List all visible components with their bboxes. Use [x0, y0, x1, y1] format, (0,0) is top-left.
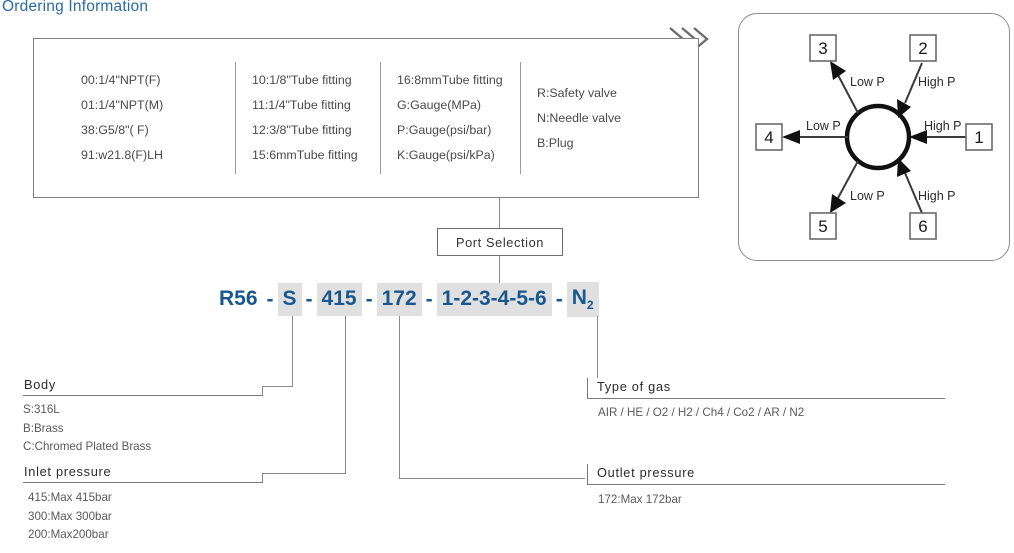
part-separator: - — [425, 287, 433, 311]
part-gas-subscript: 2 — [586, 298, 594, 313]
body-item: S:316L — [23, 403, 60, 416]
port-1-number: 1 — [974, 128, 983, 147]
options-column-threaded: 00:1/4"NPT(F) 01:1/4"NPT(M) 38:G5/8"( F)… — [65, 62, 235, 174]
part-segment-series: R56 — [219, 287, 258, 310]
inlet-leader-horizontal — [262, 473, 346, 474]
port-5-pressure-label: Low P — [850, 189, 885, 203]
option-row: 00:1/4"NPT(F) — [81, 73, 161, 87]
port-4-arrowhead-icon — [782, 130, 800, 144]
part-separator: - — [305, 287, 313, 311]
port-6-number: 6 — [918, 217, 927, 236]
port-3-number: 3 — [818, 39, 827, 58]
outlet-pressure-underline — [587, 484, 945, 485]
outlet-pressure-item: 172:Max 172bar — [598, 493, 682, 506]
ordering-options-grid: 00:1/4"NPT(F) 01:1/4"NPT(M) 38:G5/8"( F)… — [33, 38, 699, 198]
port-6-arrowhead-icon — [897, 158, 911, 177]
type-of-gas-items: AIR / HE / O2 / H2 / Ch4 / Co2 / AR / N2 — [598, 404, 804, 423]
port-5-number: 5 — [818, 217, 827, 236]
option-row: 12:3/8"Tube fitting — [252, 123, 352, 137]
inlet-pressure-heading: Inlet pressure — [24, 464, 112, 479]
outlet-leader-vertical — [399, 316, 400, 478]
part-segment-body: S — [277, 283, 302, 316]
port-1-pressure-label: High P — [924, 119, 962, 133]
body-item: B:Brass — [23, 421, 64, 435]
port-selection-connector-up — [499, 198, 500, 228]
inlet-pressure-items: 415:Max 415bar 300:Max 300bar 200:Max200… — [28, 489, 112, 545]
body-leader-vertical — [292, 316, 293, 386]
inlet-pressure-item: 200:Max200bar — [28, 528, 109, 541]
port-selection-connector-down — [499, 256, 500, 284]
options-column-tube: 10:1/8"Tube fitting 11:1/4"Tube fitting … — [235, 62, 380, 174]
option-row: K:Gauge(psi/kPa) — [397, 148, 495, 162]
option-row: 38:G5/8"( F) — [81, 123, 149, 137]
gas-left-tick — [587, 378, 588, 399]
part-segment-gas: N2 — [566, 281, 599, 318]
port-2-number: 2 — [918, 39, 927, 58]
options-column-gauge: 16:8mmTube fitting G:Gauge(MPa) P:Gauge(… — [380, 62, 520, 174]
port-selection-box: Port Selection — [437, 228, 563, 256]
option-row: 91:w21.8(F)LH — [81, 148, 163, 162]
inlet-pressure-underline — [23, 482, 263, 483]
body-leader-horizontal — [262, 386, 293, 387]
part-number-code: R56 - S - 415 - 172 - 1-2-3-4-5-6 - N2 — [214, 281, 599, 318]
type-of-gas-heading: Type of gas — [597, 379, 671, 394]
option-row: 16:8mmTube fitting — [397, 73, 503, 87]
outlet-leader-horizontal — [399, 478, 585, 479]
part-separator: - — [365, 287, 373, 311]
option-row: B:Plug — [537, 135, 574, 150]
port-2-arrowhead-icon — [897, 99, 911, 118]
port-4-pressure-label: Low P — [806, 119, 841, 133]
option-row: G:Gauge(MPa) — [397, 98, 482, 112]
option-row: 10:1/8"Tube fitting — [252, 73, 352, 87]
option-row: P:Gauge(psi/bar) — [397, 123, 492, 137]
body-underline — [23, 395, 263, 396]
part-separator: - — [555, 287, 563, 311]
option-row: N:Needle valve — [537, 110, 622, 125]
type-of-gas-underline — [587, 398, 945, 399]
port-3-pressure-label: Low P — [850, 75, 885, 89]
port-4-number: 4 — [764, 128, 773, 147]
inlet-leader-drop — [262, 473, 263, 482]
port-3-arrowhead-icon — [830, 61, 846, 80]
body-item: C:Chromed Plated Brass — [23, 440, 152, 453]
port-6-pressure-label: High P — [918, 189, 956, 203]
inlet-leader-vertical — [345, 316, 346, 473]
options-column-accessory: R:Safety valve N:Needle valve B:Plug — [520, 62, 650, 174]
option-row: 01:1/4"NPT(M) — [81, 98, 164, 112]
part-segment-ports: 1-2-3-4-5-6 — [436, 283, 552, 316]
outlet-pressure-heading: Outlet pressure — [597, 465, 695, 480]
inlet-pressure-item: 415:Max 415bar — [28, 491, 112, 504]
outlet-left-tick — [587, 464, 588, 485]
part-segment-inlet: 415 — [316, 283, 362, 316]
page-title: Ordering Information — [2, 0, 149, 15]
part-gas-symbol: N — [571, 285, 587, 309]
body-leader-drop — [262, 386, 263, 395]
port-configuration-diagram: 3 2 4 1 5 6 Low P High P Low P High P Lo… — [755, 34, 993, 240]
outlet-pressure-items: 172:Max 172bar — [598, 491, 682, 510]
option-row: R:Safety valve — [537, 85, 617, 100]
body-heading: Body — [24, 377, 56, 392]
option-row: 11:1/4"Tube fitting — [252, 98, 351, 112]
type-of-gas-item: AIR / HE / O2 / H2 / Ch4 / Co2 / AR / N2 — [598, 406, 805, 419]
body-items: S:316L B:Brass C:Chromed Plated Brass — [23, 401, 151, 457]
port-2-pressure-label: High P — [918, 75, 956, 89]
gas-leader-vertical — [597, 316, 598, 378]
part-segment-outlet: 172 — [376, 283, 422, 316]
part-separator: - — [266, 287, 274, 311]
option-row: 15:6mmTube fitting — [252, 148, 358, 162]
inlet-pressure-item: 300:Max 300bar — [28, 509, 112, 523]
ordering-information-diagram: Ordering Information 00:1/4"NPT(F) 01:1/… — [0, 0, 1014, 553]
